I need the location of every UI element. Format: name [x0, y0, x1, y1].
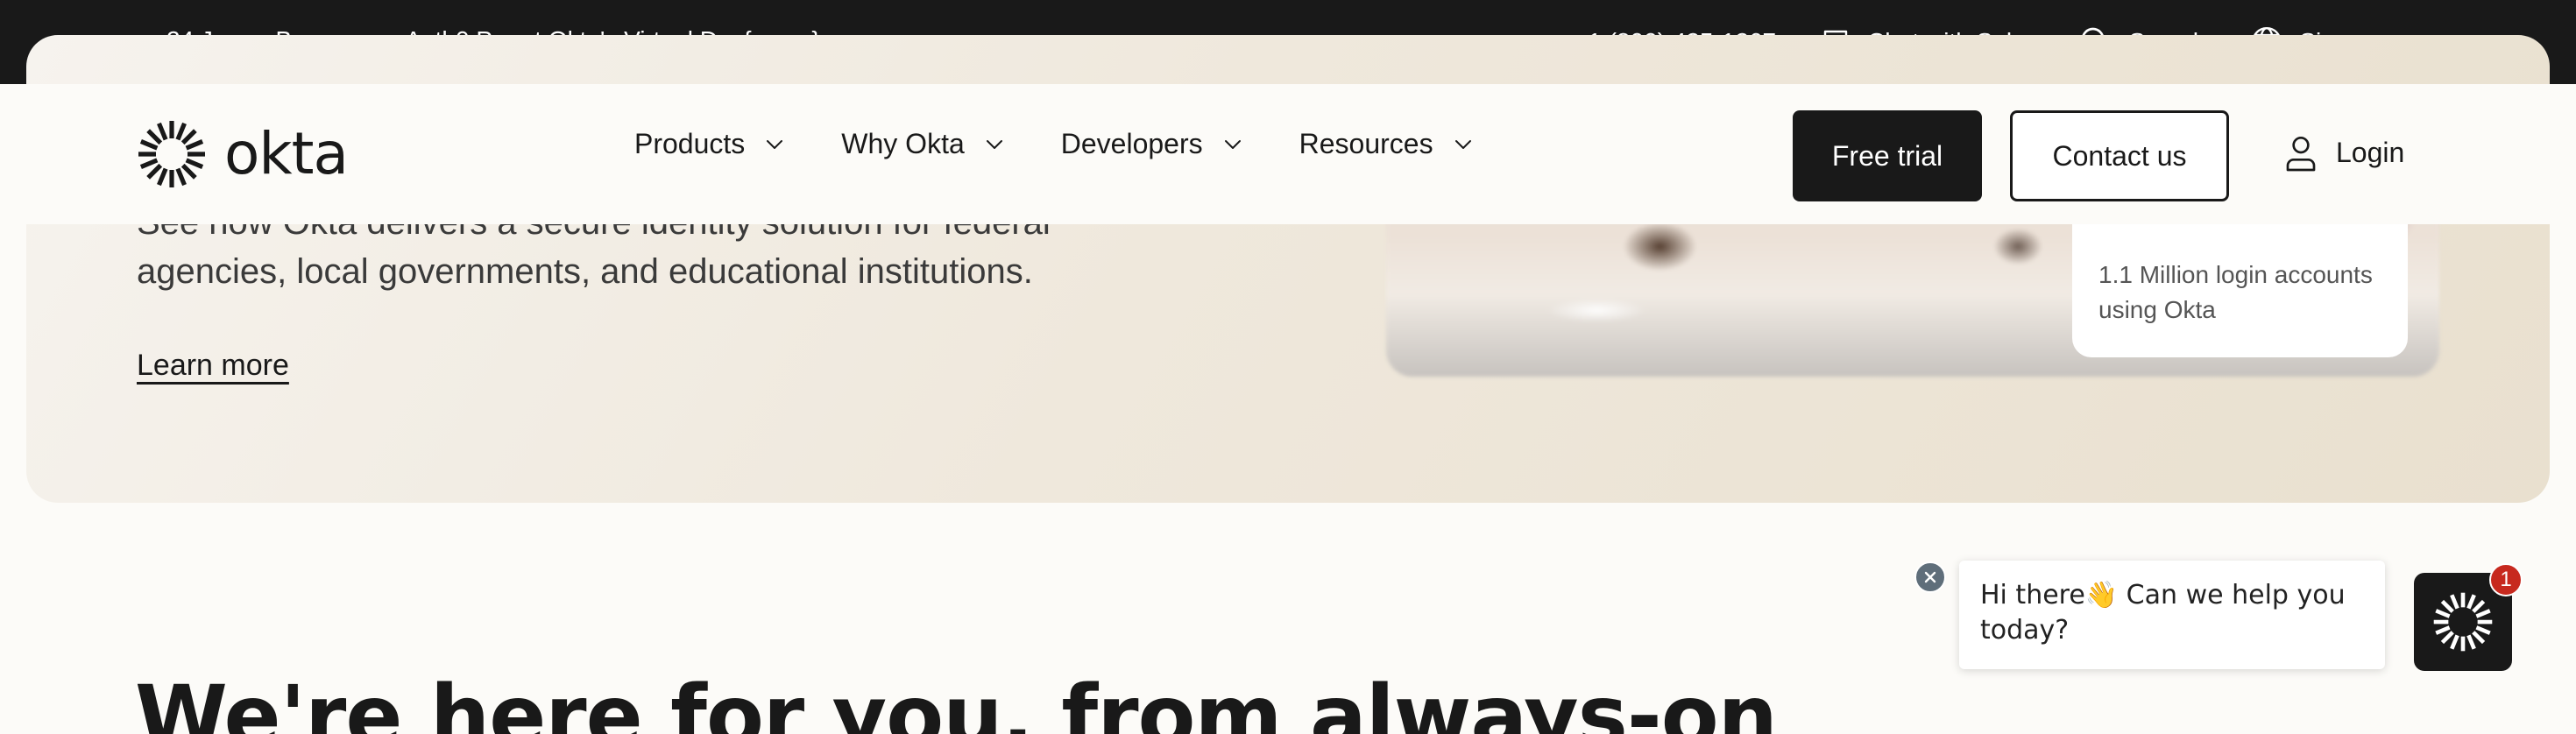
close-icon — [1924, 571, 1936, 583]
okta-sunburst-icon — [138, 121, 205, 187]
user-icon — [2286, 137, 2316, 172]
okta-logo[interactable]: okta — [137, 119, 349, 189]
contact-us-button[interactable]: Contact us — [2010, 110, 2229, 201]
main-navigation: okta Products Why Okta Developers Resour… — [0, 84, 2576, 224]
chevron-down-icon — [767, 139, 783, 149]
login-label: Login — [2336, 136, 2405, 168]
chat-greeting-text: Hi there👋 Can we help you today? — [1980, 580, 2346, 646]
chat-close-button[interactable] — [1914, 561, 1946, 593]
stat-card: 1.1 Million login accounts using Okta — [2072, 219, 2408, 357]
primary-nav-links: Products Why Okta Developers Resources — [634, 128, 1530, 160]
nav-products[interactable]: Products — [634, 128, 785, 160]
chevron-down-icon — [1224, 139, 1241, 149]
logo-wordmark: okta — [224, 120, 349, 187]
nav-why-okta-label: Why Okta — [841, 128, 965, 159]
nav-resources-label: Resources — [1299, 128, 1433, 159]
nav-why-okta[interactable]: Why Okta — [841, 128, 1004, 160]
free-trial-button[interactable]: Free trial — [1793, 110, 1982, 201]
learn-more-link[interactable]: Learn more — [137, 349, 289, 383]
nav-products-label: Products — [634, 128, 746, 159]
nav-resources[interactable]: Resources — [1299, 128, 1474, 160]
stat-text: 1.1 Million login accounts using Okta — [2098, 261, 2373, 323]
nav-developers-label: Developers — [1060, 128, 1203, 159]
okta-sunburst-icon — [2433, 592, 2493, 652]
chevron-down-icon — [986, 139, 1002, 149]
section-heading: We're here for you, from always-on — [135, 667, 1778, 734]
nav-developers[interactable]: Developers — [1061, 128, 1243, 160]
chat-greeting-bubble[interactable]: Hi there👋 Can we help you today? — [1959, 561, 2385, 669]
chevron-down-icon — [1454, 139, 1471, 149]
notification-badge: 1 — [2489, 563, 2523, 596]
login-link[interactable]: Login — [2283, 133, 2404, 172]
